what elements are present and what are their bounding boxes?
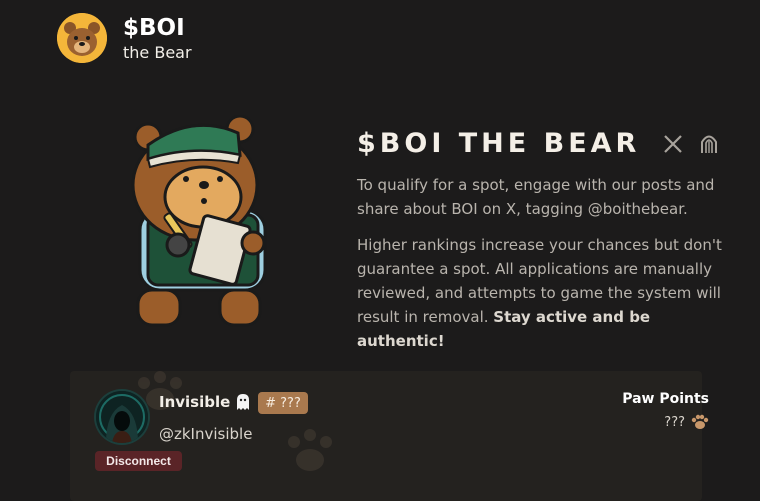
bear-reporter-illustration (128, 114, 284, 330)
x-icon[interactable] (662, 132, 684, 156)
user-name: Invisible (159, 393, 251, 411)
stamp-icon[interactable] (698, 132, 720, 156)
user-name-text: Invisible (159, 393, 231, 411)
hero-paragraph-rankings: Higher rankings increase your chances bu… (357, 233, 727, 353)
brand-title: $BOI (123, 14, 185, 41)
rank-badge: # ??? (258, 392, 308, 414)
paw-icon (691, 414, 709, 429)
ghost-icon (237, 394, 250, 410)
paw-points-value: ??? (664, 414, 685, 430)
disconnect-button[interactable]: Disconnect (95, 451, 182, 471)
user-handle: @zkInvisible (159, 425, 253, 443)
hero-title: $BOI THE BEAR (357, 128, 641, 159)
paw-watermark-icon (288, 429, 332, 471)
hero-section: $BOI THE BEAR To qualify for a spot, eng… (357, 128, 727, 353)
avatar (96, 391, 148, 443)
paw-points-row: ??? (664, 414, 709, 430)
paw-points-label: Paw Points (622, 391, 709, 407)
brand[interactable]: $BOI the Bear (57, 13, 192, 63)
hero-paragraph-qualify: To qualify for a spot, engage with our p… (357, 176, 715, 218)
brand-subtitle: the Bear (123, 42, 192, 62)
bear-logo-icon (57, 13, 107, 63)
